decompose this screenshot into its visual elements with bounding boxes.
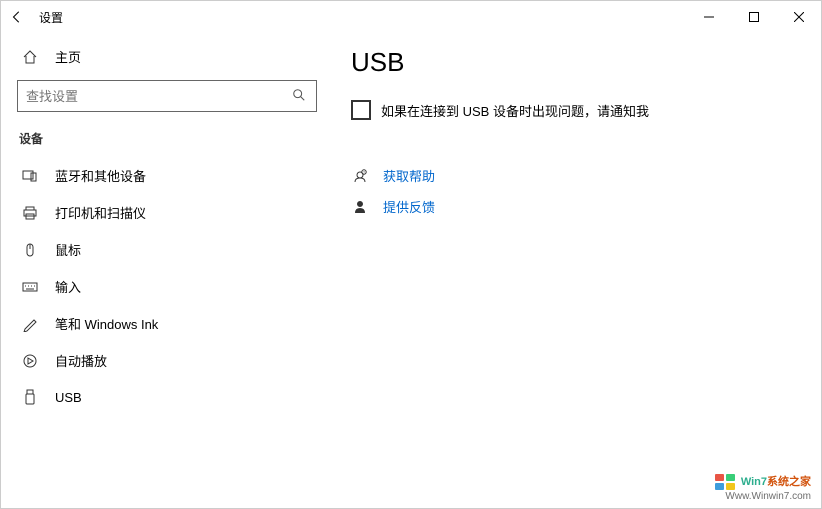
feedback-icon [351, 198, 369, 216]
pen-icon [21, 315, 39, 333]
sidebar-item-label: 输入 [55, 277, 81, 296]
minimize-button[interactable] [686, 2, 731, 32]
main-panel: USB 如果在连接到 USB 设备时出现问题，请通知我 ? 获取帮助 提供反馈 [321, 33, 821, 508]
help-link-row: ? 获取帮助 [351, 166, 791, 185]
home-label: 主页 [55, 47, 81, 66]
sidebar: 主页 设备 蓝牙和其他设备 打印机和扫描仪 [1, 33, 321, 508]
svg-text:?: ? [363, 170, 365, 174]
close-icon [794, 12, 804, 22]
keyboard-icon [21, 278, 39, 296]
windows-flag-icon [714, 473, 736, 491]
mouse-icon [21, 241, 39, 259]
window-controls [686, 2, 821, 32]
devices-icon [21, 167, 39, 185]
sidebar-item-typing[interactable]: 输入 [17, 268, 305, 305]
close-button[interactable] [776, 2, 821, 32]
search-input[interactable] [26, 89, 292, 104]
feedback-link-row: 提供反馈 [351, 197, 791, 216]
watermark: Win7系统之家 Www.Winwin7.com [714, 473, 811, 502]
help-icon: ? [351, 167, 369, 185]
home-link[interactable]: 主页 [17, 41, 305, 72]
sidebar-item-label: 自动播放 [55, 351, 107, 370]
autoplay-icon [21, 352, 39, 370]
sidebar-item-bluetooth[interactable]: 蓝牙和其他设备 [17, 157, 305, 194]
sidebar-item-label: 打印机和扫描仪 [55, 203, 146, 222]
window-title: 设置 [39, 9, 63, 26]
sidebar-item-label: 鼠标 [55, 240, 81, 259]
printer-icon [21, 204, 39, 222]
sidebar-item-printers[interactable]: 打印机和扫描仪 [17, 194, 305, 231]
titlebar: 设置 [1, 1, 821, 33]
content-area: 主页 设备 蓝牙和其他设备 打印机和扫描仪 [1, 33, 821, 508]
watermark-text-a: Win7 [741, 476, 767, 488]
sidebar-item-mouse[interactable]: 鼠标 [17, 231, 305, 268]
sidebar-item-pen[interactable]: 笔和 Windows Ink [17, 305, 305, 342]
minimize-icon [704, 12, 714, 22]
sidebar-item-autoplay[interactable]: 自动播放 [17, 342, 305, 379]
arrow-left-icon [10, 10, 24, 24]
sidebar-item-label: 蓝牙和其他设备 [55, 166, 146, 185]
home-icon [21, 48, 39, 66]
titlebar-left: 设置 [9, 9, 63, 26]
sidebar-item-label: USB [55, 390, 82, 405]
sidebar-item-usb[interactable]: USB [17, 379, 305, 415]
sidebar-item-label: 笔和 Windows Ink [55, 314, 158, 333]
usb-icon [21, 388, 39, 406]
maximize-button[interactable] [731, 2, 776, 32]
notify-checkbox-row: 如果在连接到 USB 设备时出现问题，请通知我 [351, 100, 791, 120]
feedback-link[interactable]: 提供反馈 [383, 197, 435, 216]
search-icon [292, 88, 308, 104]
notify-checkbox[interactable] [351, 100, 371, 120]
watermark-text-b: 系统之家 [767, 476, 811, 488]
watermark-url: Www.Winwin7.com [714, 491, 811, 502]
back-button[interactable] [9, 9, 25, 25]
page-title: USB [351, 47, 791, 78]
maximize-icon [749, 12, 759, 22]
notify-checkbox-label: 如果在连接到 USB 设备时出现问题，请通知我 [381, 101, 649, 120]
section-label: 设备 [17, 130, 305, 147]
help-link[interactable]: 获取帮助 [383, 166, 435, 185]
search-box[interactable] [17, 80, 317, 112]
